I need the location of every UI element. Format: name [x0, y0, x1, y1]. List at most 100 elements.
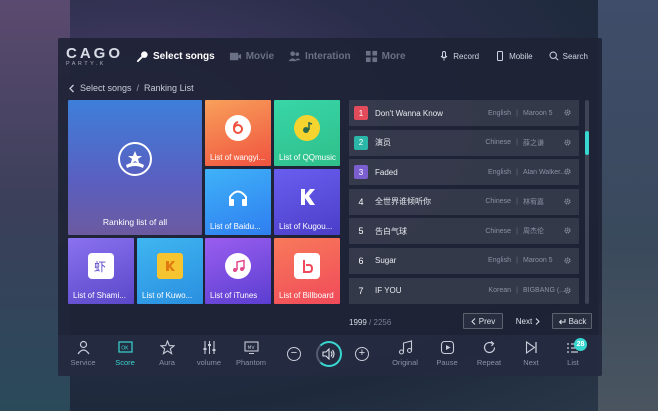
gear-icon[interactable] — [563, 226, 572, 235]
tab-more[interactable]: More — [365, 50, 406, 63]
song-row[interactable]: 7 IF YOU Korean | BIGBANG (... — [349, 277, 579, 304]
aura-label: Aura — [159, 358, 175, 367]
tile-billboard[interactable]: List of Billboard — [274, 238, 340, 304]
song-language: Chinese — [485, 198, 511, 206]
tile-itunes[interactable]: List of iTunes — [205, 238, 271, 304]
song-row[interactable]: 6 Sugar English | Maroon 5 — [349, 247, 579, 274]
score-label: Score — [115, 358, 135, 367]
volume-knob[interactable] — [316, 341, 342, 367]
next-song-button[interactable]: Next — [511, 340, 551, 367]
tab-label: Movie — [245, 51, 275, 62]
mv-icon: MV — [243, 341, 259, 354]
song-row[interactable]: 2 演员 Chinese | 薛之谦 — [349, 129, 579, 156]
original-label: Original — [392, 358, 418, 367]
breadcrumb-separator: / — [136, 83, 140, 93]
headphones-icon — [225, 184, 251, 210]
pager-count: 1999 / 2256 — [349, 318, 391, 327]
tile-label: List of wangyi... — [210, 153, 266, 162]
service-button[interactable]: Service — [63, 340, 103, 367]
song-title: 全世界谁倾听你 — [375, 197, 431, 207]
logo-main: CAGO — [66, 45, 123, 62]
kugou-icon — [294, 184, 320, 210]
song-language: Chinese — [485, 139, 511, 147]
tab-label: More — [381, 51, 406, 62]
back-button[interactable]: Back — [552, 313, 592, 329]
rank-number: 1 — [354, 106, 368, 120]
mv-badge-text: MV — [247, 345, 255, 351]
pause-label: Pause — [436, 358, 458, 367]
aura-button[interactable]: Aura — [147, 340, 187, 367]
volume-down-button[interactable]: − — [287, 347, 301, 361]
rank-number: 6 — [358, 255, 364, 266]
tile-baidu[interactable]: List of Baidu... — [205, 169, 271, 235]
chevron-left-icon — [471, 317, 476, 325]
tile-label: List of Baidu... — [210, 222, 261, 231]
volume-label: volume — [196, 358, 222, 367]
top-bar: CAGO PARTY.K Select songs Movie Interati… — [58, 38, 602, 76]
tab-select-songs[interactable]: Select songs — [136, 50, 215, 63]
song-title: 演员 — [375, 138, 391, 148]
song-row[interactable]: 1 Don't Wanna Know English | Maroon 5 — [349, 100, 579, 126]
svg-text:虾: 虾 — [94, 260, 106, 274]
song-language: English — [488, 257, 511, 265]
phantom-button[interactable]: MV Phantom — [231, 340, 271, 367]
prev-button[interactable]: Prev — [463, 313, 503, 329]
song-title: Don't Wanna Know — [375, 108, 443, 118]
scrollbar-thumb[interactable] — [585, 131, 589, 155]
page-separator: / — [369, 318, 372, 327]
gear-icon[interactable] — [563, 197, 572, 206]
mobile-icon — [497, 51, 504, 61]
tab-movie[interactable]: Movie — [229, 50, 274, 63]
volume-settings-button[interactable]: volume — [189, 340, 229, 367]
star-crown-icon — [118, 142, 152, 177]
search-button[interactable]: Search — [549, 51, 588, 61]
service-label: Service — [70, 358, 96, 367]
logo: CAGO PARTY.K — [66, 45, 123, 67]
tile-kugou[interactable]: List of Kugou... — [274, 169, 340, 235]
volume-up-button[interactable]: + — [355, 347, 369, 361]
gear-icon[interactable] — [563, 167, 572, 176]
song-language: Chinese — [485, 227, 511, 235]
song-separator: | — [516, 109, 518, 117]
tile-wangyi[interactable]: List of wangyi... — [205, 100, 271, 166]
tab-interation[interactable]: Interation — [288, 50, 351, 63]
song-row[interactable]: 3 Faded English | Alan Walker... — [349, 159, 579, 186]
rank-number: 2 — [354, 135, 368, 150]
prev-label: Prev — [478, 316, 496, 326]
back-arrow-icon[interactable] — [68, 84, 75, 93]
tile-kuwo[interactable]: List of Kuwo... — [137, 238, 203, 304]
song-title: 告白气球 — [375, 226, 407, 236]
next-song-label: Next — [523, 358, 539, 367]
people-icon — [288, 51, 301, 62]
tile-label: List of Kuwo... — [142, 291, 193, 300]
tile-ranking-all[interactable]: Ranking list of all — [68, 100, 202, 235]
song-row[interactable]: 5 告白气球 Chinese | 周杰伦 — [349, 218, 579, 245]
person-icon — [77, 340, 89, 355]
background-right — [598, 0, 658, 411]
shrimp-icon: 虾 — [88, 252, 114, 279]
song-language: Korean — [488, 287, 511, 295]
tile-shami[interactable]: 虾 List of Shami... — [68, 238, 134, 304]
song-title: IF YOU — [375, 286, 402, 296]
original-button[interactable]: Original — [385, 340, 425, 367]
repeat-button[interactable]: Repeat — [469, 340, 509, 367]
gear-icon[interactable] — [563, 108, 572, 117]
gear-icon[interactable] — [563, 286, 572, 295]
tab-label: Select songs — [153, 51, 215, 62]
tile-label: List of Shami... — [73, 291, 126, 300]
mic-icon — [136, 51, 148, 63]
gear-icon[interactable] — [563, 256, 572, 265]
next-button[interactable]: Next — [508, 313, 548, 329]
playlist-button[interactable]: List — [553, 340, 593, 367]
pause-button[interactable]: Pause — [427, 340, 467, 367]
breadcrumb-root[interactable]: Select songs — [80, 83, 132, 93]
song-row[interactable]: 4 全世界谁倾听你 Chinese | 林宥嘉 — [349, 188, 579, 215]
music-notes-icon — [398, 340, 412, 355]
mobile-button[interactable]: Mobile — [495, 51, 533, 61]
tile-qqmusic[interactable]: List of QQmusic — [274, 100, 340, 166]
score-button[interactable]: OK Score — [105, 340, 145, 367]
gear-icon[interactable] — [563, 138, 572, 147]
tab-label: Interation — [305, 51, 351, 62]
record-button[interactable]: Record — [439, 51, 479, 61]
tile-label: List of QQmusic — [279, 153, 336, 162]
